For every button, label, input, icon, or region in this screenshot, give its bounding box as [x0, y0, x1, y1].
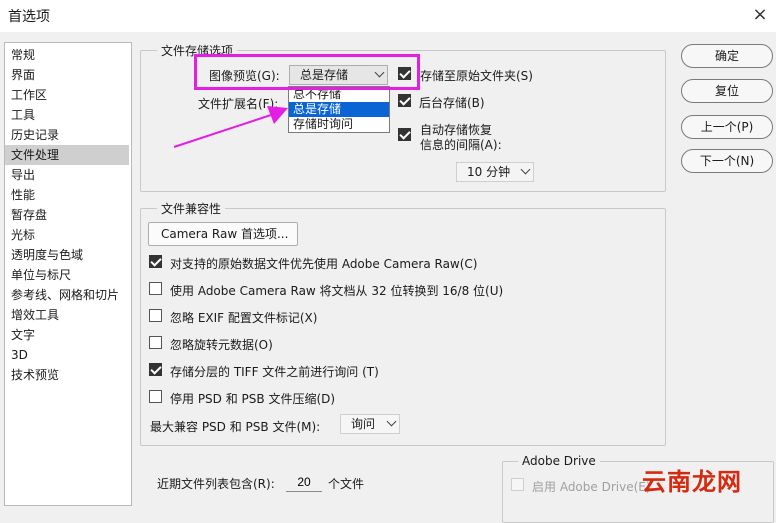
convert-32bit-checkbox[interactable] [149, 282, 162, 295]
background-save-label: 后台存储(B) [419, 96, 485, 110]
previous-button[interactable]: 上一个(P) [681, 115, 773, 139]
sidebar-item-workspace[interactable]: 工作区 [5, 85, 129, 105]
file-compat-legend: 文件兼容性 [157, 200, 226, 217]
sidebar-item-export[interactable]: 导出 [5, 165, 129, 185]
sidebar-item-general[interactable]: 常规 [5, 45, 129, 65]
chevron-down-icon [386, 416, 397, 427]
camera-raw-prefs-button[interactable]: Camera Raw 首选项... [148, 222, 298, 246]
annotation-arrow-icon [173, 106, 288, 148]
sidebar: 常规 界面 工作区 工具 历史记录 文件处理 导出 性能 暂存盘 光标 透明度与… [4, 42, 132, 506]
ignore-rotation-checkbox[interactable] [149, 336, 162, 349]
autosave-interval-select[interactable]: 10 分钟 [456, 162, 534, 182]
autosave-label-line2: 信息的间隔(A): [420, 138, 502, 152]
ignore-rotation-label: 忽略旋转元数据(O) [170, 338, 273, 352]
sidebar-item-type[interactable]: 文字 [5, 325, 129, 345]
autosave-interval-value: 10 分钟 [467, 165, 511, 179]
enable-adobe-drive-checkbox[interactable] [511, 478, 524, 491]
sidebar-item-cursors[interactable]: 光标 [5, 225, 129, 245]
max-compat-select[interactable]: 询问 [340, 414, 400, 434]
image-preview-dropdown-list: 总不存储 总是存储 存储时询问 [288, 86, 390, 133]
sidebar-item-transparency[interactable]: 透明度与色域 [5, 245, 129, 265]
dropdown-option-ask-when-saving[interactable]: 存储时询问 [289, 117, 389, 132]
sidebar-item-tools[interactable]: 工具 [5, 105, 129, 125]
ask-layered-tiff-label: 存储分层的 TIFF 文件之前进行询问 (T) [170, 365, 379, 379]
close-icon[interactable]: × [748, 2, 772, 28]
recent-files-label: 近期文件列表包含(R): [157, 477, 275, 491]
chevron-down-icon [520, 164, 531, 175]
dropdown-option-always-save[interactable]: 总是存储 [289, 102, 389, 117]
sidebar-item-units[interactable]: 单位与标尺 [5, 265, 129, 285]
disable-compression-checkbox[interactable] [149, 390, 162, 403]
recent-files-suffix: 个文件 [328, 477, 365, 491]
window-title: 首选项 [8, 9, 50, 25]
convert-32bit-label: 使用 Adobe Camera Raw 将文档从 32 位转换到 16/8 位(… [170, 284, 504, 298]
sidebar-item-performance[interactable]: 性能 [5, 185, 129, 205]
sidebar-item-guides[interactable]: 参考线、网格和切片 [5, 285, 129, 305]
sidebar-item-history[interactable]: 历史记录 [5, 125, 129, 145]
sidebar-item-file-handling[interactable]: 文件处理 [5, 145, 129, 165]
background-save-checkbox[interactable] [398, 94, 411, 107]
ask-layered-tiff-checkbox[interactable] [149, 363, 162, 376]
reset-button[interactable]: 复位 [681, 79, 773, 103]
enable-adobe-drive-label: 启用 Adobe Drive(E) [532, 480, 651, 494]
max-compat-label: 最大兼容 PSD 和 PSB 文件(M): [150, 420, 321, 434]
adobe-drive-legend: Adobe Drive [518, 454, 600, 468]
prefer-camera-raw-label: 对支持的原始数据文件优先使用 Adobe Camera Raw(C) [170, 257, 478, 271]
next-button[interactable]: 下一个(N) [681, 149, 773, 173]
watermark-logo: 云南龙网 [642, 468, 742, 496]
autosave-checkbox[interactable] [398, 128, 411, 141]
sidebar-item-tech-preview[interactable]: 技术预览 [5, 365, 129, 385]
annotation-highlight-box [194, 54, 420, 90]
ok-button[interactable]: 确定 [681, 44, 773, 68]
sidebar-item-scratch-disks[interactable]: 暂存盘 [5, 205, 129, 225]
disable-compression-label: 停用 PSD 和 PSB 文件压缩(D) [170, 392, 336, 406]
ignore-exif-label: 忽略 EXIF 配置文件标记(X) [170, 311, 318, 325]
prefer-camera-raw-checkbox[interactable] [149, 255, 162, 268]
sidebar-item-3d[interactable]: 3D [5, 345, 129, 365]
ignore-exif-checkbox[interactable] [149, 309, 162, 322]
save-original-folder-label: 存储至原始文件夹(S) [420, 69, 533, 83]
recent-files-count-input[interactable] [286, 473, 322, 492]
max-compat-value: 询问 [351, 417, 376, 431]
sidebar-item-interface[interactable]: 界面 [5, 65, 129, 85]
title-bar [0, 0, 776, 32]
sidebar-item-plugins[interactable]: 增效工具 [5, 305, 129, 325]
